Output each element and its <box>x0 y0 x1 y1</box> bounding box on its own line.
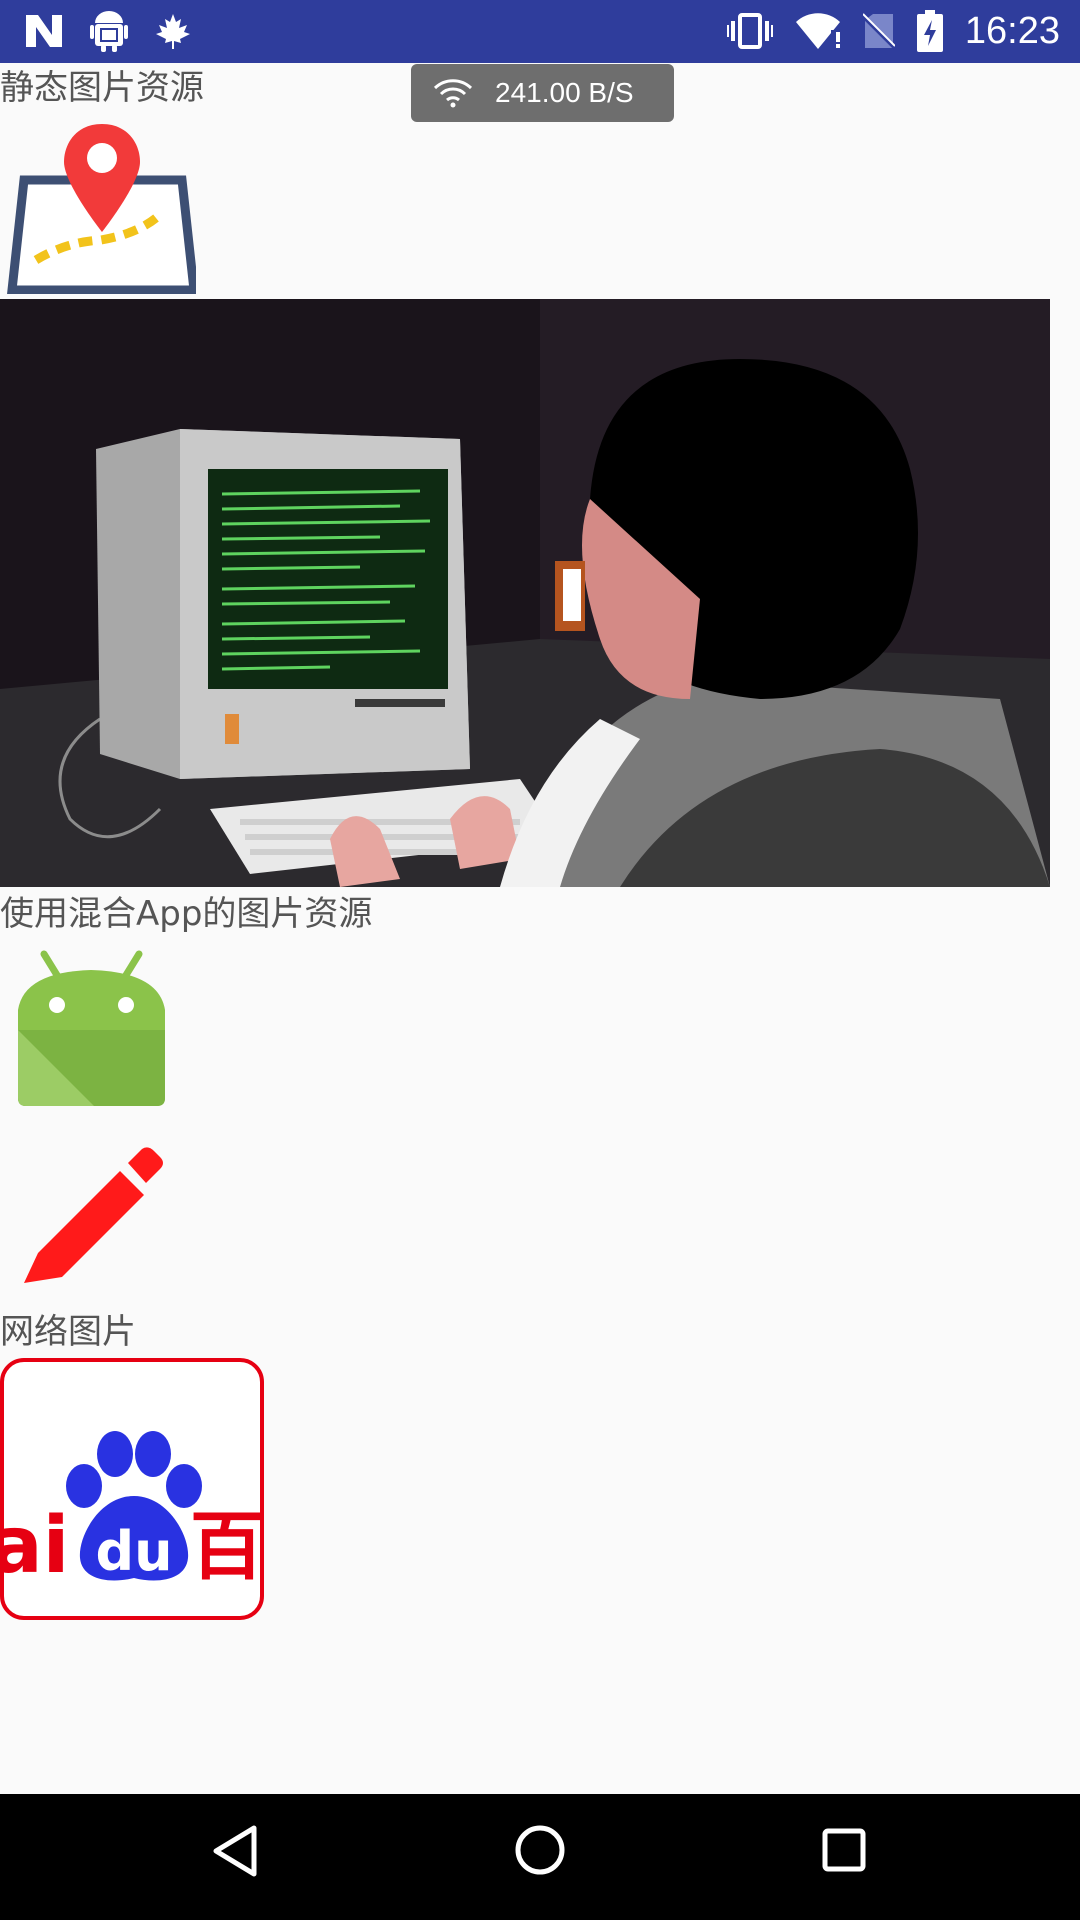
static-images-title: 静态图片资源 <box>0 68 204 108</box>
home-button[interactable] <box>514 1824 566 1876</box>
android-debug-icon <box>90 11 128 52</box>
network-speed-toast: 241.00 B/S <box>411 64 674 122</box>
no-sim-icon <box>862 13 895 50</box>
map-pin-icon <box>6 122 200 295</box>
svg-text:百: 百 <box>190 1504 264 1590</box>
vibrate-icon <box>726 13 773 49</box>
navigation-bar <box>0 1794 1080 1920</box>
n-logo-icon <box>26 15 62 47</box>
network-images-title: 网络图片 <box>0 1312 136 1352</box>
hybrid-images-title: 使用混合App的图片资源 <box>0 894 373 934</box>
recents-button[interactable] <box>822 1828 866 1872</box>
status-time: 16:23 <box>964 9 1060 52</box>
maple-leaf-icon <box>156 14 190 49</box>
wifi-icon <box>433 79 473 108</box>
svg-text:ai: ai <box>0 1501 69 1591</box>
wifi-icon <box>795 13 840 49</box>
baidu-logo: du ai 百 <box>0 1358 264 1620</box>
battery-icon <box>916 10 943 52</box>
status-bar: 16:23 <box>0 0 1080 63</box>
back-button[interactable] <box>212 1824 258 1878</box>
network-speed-text: 241.00 B/S <box>495 77 634 108</box>
pencil-icon <box>20 1145 165 1285</box>
hacker-computer-illustration <box>0 299 1050 887</box>
svg-text:du: du <box>95 1520 172 1583</box>
android-logo <box>14 950 169 1110</box>
